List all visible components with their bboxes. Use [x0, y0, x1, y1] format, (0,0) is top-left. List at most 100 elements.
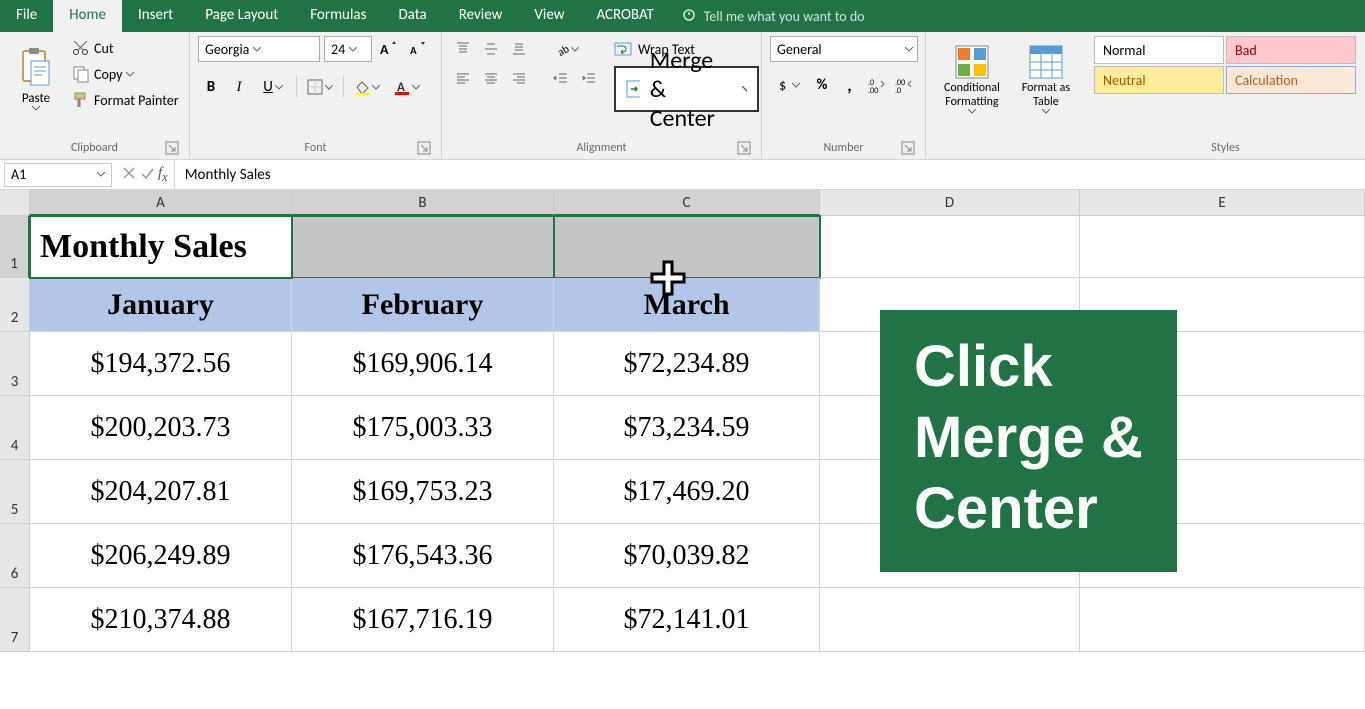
- decrease-decimal[interactable]: .00.0: [892, 72, 917, 98]
- borders-button[interactable]: [301, 74, 339, 100]
- col-header-b[interactable]: B: [292, 190, 554, 216]
- enter-formula-icon[interactable]: [140, 166, 154, 184]
- tab-view[interactable]: View: [518, 0, 580, 32]
- tab-acrobat[interactable]: ACROBAT: [580, 0, 669, 32]
- tab-insert[interactable]: Insert: [122, 0, 189, 32]
- row-header-1[interactable]: 1: [0, 216, 30, 278]
- cell-c1[interactable]: [554, 216, 820, 278]
- alignment-dialog-launcher[interactable]: [737, 141, 751, 155]
- tab-review[interactable]: Review: [443, 0, 519, 32]
- underline-button[interactable]: U: [254, 74, 292, 100]
- select-all-corner[interactable]: [0, 190, 30, 216]
- bold-button[interactable]: B: [198, 74, 224, 100]
- tab-page-layout[interactable]: Page Layout: [189, 0, 294, 32]
- cancel-formula-icon[interactable]: [122, 166, 136, 184]
- instruction-callout: Click Merge & Center: [880, 310, 1177, 572]
- row-header-7[interactable]: 7: [0, 588, 30, 652]
- row-header-6[interactable]: 6: [0, 524, 30, 588]
- increase-font-size[interactable]: A: [376, 36, 402, 62]
- conditional-formatting-button[interactable]: Conditional Formatting: [934, 36, 1010, 122]
- style-calculation[interactable]: Calculation: [1226, 66, 1356, 94]
- cell-c4[interactable]: $73,234.59: [554, 396, 820, 460]
- formula-input[interactable]: Monthly Sales: [175, 166, 1365, 184]
- tab-data[interactable]: Data: [382, 0, 442, 32]
- increase-decimal[interactable]: .0.00: [864, 72, 889, 98]
- copy-button[interactable]: Copy: [70, 62, 181, 86]
- decrease-indent[interactable]: [548, 66, 574, 92]
- row-header-4[interactable]: 4: [0, 396, 30, 460]
- style-normal[interactable]: Normal: [1094, 36, 1224, 64]
- cell-b2[interactable]: February: [292, 278, 554, 332]
- cell-a7[interactable]: $210,374.88: [30, 588, 292, 652]
- cell-a2[interactable]: January: [30, 278, 292, 332]
- tell-me-search[interactable]: Tell me what you want to do: [670, 0, 877, 32]
- align-left[interactable]: [450, 66, 476, 92]
- cell-c5[interactable]: $17,469.20: [554, 460, 820, 524]
- cell-a3[interactable]: $194,372.56: [30, 332, 292, 396]
- col-header-a[interactable]: A: [30, 190, 292, 216]
- fx-icon[interactable]: fx: [158, 164, 168, 185]
- cell-b5[interactable]: $169,753.23: [292, 460, 554, 524]
- cell-a4[interactable]: $200,203.73: [30, 396, 292, 460]
- svg-text:.0: .0: [895, 86, 901, 93]
- cell-b1[interactable]: [292, 216, 554, 278]
- number-dialog-launcher[interactable]: [901, 141, 915, 155]
- align-center[interactable]: [478, 66, 504, 92]
- align-bottom[interactable]: [506, 36, 532, 62]
- cell-b7[interactable]: $167,716.19: [292, 588, 554, 652]
- name-box[interactable]: A1: [4, 163, 112, 187]
- cell-b3[interactable]: $169,906.14: [292, 332, 554, 396]
- format-painter-button[interactable]: Format Painter: [70, 88, 181, 112]
- wrap-text-icon: [614, 40, 632, 58]
- cell-styles-gallery[interactable]: Normal Bad Neutral Calculation: [1094, 36, 1356, 94]
- number-format-combo[interactable]: General: [770, 36, 918, 62]
- align-right[interactable]: [506, 66, 532, 92]
- tab-formulas[interactable]: Formulas: [294, 0, 382, 32]
- cut-button[interactable]: Cut: [70, 36, 181, 60]
- cell-e1[interactable]: [1080, 216, 1365, 278]
- col-header-c[interactable]: C: [554, 190, 820, 216]
- font-size-combo[interactable]: 24: [324, 36, 372, 62]
- cell-c2[interactable]: March: [554, 278, 820, 332]
- cell-a6[interactable]: $206,249.89: [30, 524, 292, 588]
- increase-indent[interactable]: [576, 66, 602, 92]
- format-as-table-button[interactable]: Format as Table: [1014, 36, 1078, 122]
- clipboard-dialog-launcher[interactable]: [165, 141, 179, 155]
- cell-e7[interactable]: [1080, 588, 1365, 652]
- fill-color-button[interactable]: [348, 74, 386, 100]
- merge-and-center-button[interactable]: Merge & Center: [614, 66, 759, 112]
- chevron-down-icon: [905, 47, 913, 52]
- svg-text:A: A: [380, 41, 389, 58]
- cell-b6[interactable]: $176,543.36: [292, 524, 554, 588]
- font-color-button[interactable]: A: [388, 74, 426, 100]
- align-middle[interactable]: [478, 36, 504, 62]
- row-header-3[interactable]: 3: [0, 332, 30, 396]
- cell-b4[interactable]: $175,003.33: [292, 396, 554, 460]
- col-header-e[interactable]: E: [1080, 190, 1365, 216]
- cell-a5[interactable]: $204,207.81: [30, 460, 292, 524]
- cell-a1[interactable]: Monthly Sales: [30, 216, 292, 278]
- orientation-button[interactable]: ab: [548, 36, 586, 62]
- col-header-d[interactable]: D: [820, 190, 1080, 216]
- align-top[interactable]: [450, 36, 476, 62]
- tab-file[interactable]: File: [0, 0, 53, 32]
- comma-format[interactable]: ,: [837, 72, 862, 98]
- style-bad[interactable]: Bad: [1226, 36, 1356, 64]
- group-label-font: Font: [198, 139, 433, 157]
- percent-format[interactable]: %: [809, 72, 834, 98]
- accounting-format[interactable]: $: [770, 72, 807, 98]
- decrease-font-size[interactable]: A: [406, 36, 432, 62]
- cell-d7[interactable]: [820, 588, 1080, 652]
- paste-button[interactable]: Paste: [8, 36, 64, 122]
- cell-c3[interactable]: $72,234.89: [554, 332, 820, 396]
- cell-d1[interactable]: [820, 216, 1080, 278]
- tab-home[interactable]: Home: [53, 0, 122, 32]
- italic-button[interactable]: I: [226, 74, 252, 100]
- font-dialog-launcher[interactable]: [417, 141, 431, 155]
- cell-c7[interactable]: $72,141.01: [554, 588, 820, 652]
- style-neutral[interactable]: Neutral: [1094, 66, 1224, 94]
- row-header-2[interactable]: 2: [0, 278, 30, 332]
- cell-c6[interactable]: $70,039.82: [554, 524, 820, 588]
- row-header-5[interactable]: 5: [0, 460, 30, 524]
- font-name-combo[interactable]: Georgia: [198, 36, 320, 62]
